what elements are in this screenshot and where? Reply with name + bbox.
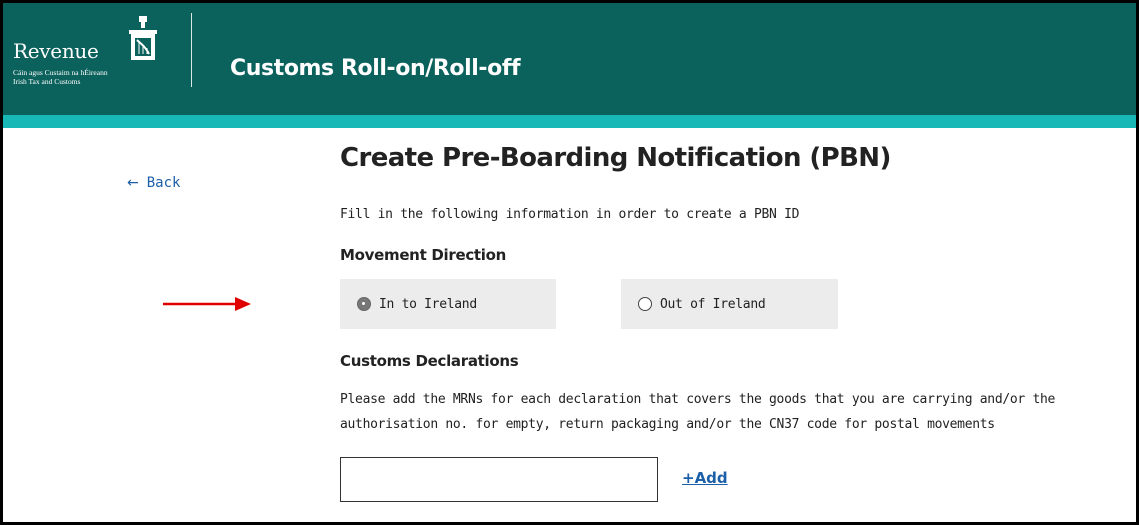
customs-declarations-label: Customs Declarations xyxy=(340,352,519,370)
intro-text: Fill in the following information in ord… xyxy=(340,207,800,222)
arrow-left-icon: ← xyxy=(127,175,139,191)
harp-crest-icon xyxy=(129,16,157,60)
back-label: Back xyxy=(146,175,181,191)
red-arrow-icon xyxy=(163,297,251,311)
back-link[interactable]: ← Back xyxy=(127,175,180,191)
add-mrn-link[interactable]: +Add xyxy=(682,469,728,487)
radio-button-unselected[interactable] xyxy=(638,297,652,311)
radio-button-selected[interactable] xyxy=(357,297,371,311)
site-header: Revenue Cáin agus Custaim na hÉireann Ir… xyxy=(3,3,1136,115)
radio-label-out: Out of Ireland xyxy=(660,296,766,312)
radio-label-in: In to Ireland xyxy=(379,296,477,312)
mrn-input[interactable] xyxy=(340,457,658,502)
header-divider xyxy=(191,13,192,87)
logo-subtitle-irish: Cáin agus Custaim na hÉireann xyxy=(13,68,108,77)
customs-declarations-help: Please add the MRNs for each declaration… xyxy=(340,392,1056,432)
logo-subtitle-english: Irish Tax and Customs xyxy=(13,77,81,86)
revenue-logo[interactable]: Revenue Cáin agus Custaim na hÉireann Ir… xyxy=(13,16,188,96)
radio-out-of-ireland[interactable]: Out of Ireland xyxy=(621,279,838,329)
logo-wordmark: Revenue xyxy=(13,39,99,63)
app-title: Customs Roll-on/Roll-off xyxy=(230,56,521,81)
movement-direction-label: Movement Direction xyxy=(340,246,507,264)
radio-in-to-ireland[interactable]: In to Ireland xyxy=(340,279,556,329)
header-accent-stripe xyxy=(3,115,1136,128)
page-title: Create Pre-Boarding Notification (PBN) xyxy=(340,143,891,173)
page-frame: Revenue Cáin agus Custaim na hÉireann Ir… xyxy=(0,0,1139,525)
